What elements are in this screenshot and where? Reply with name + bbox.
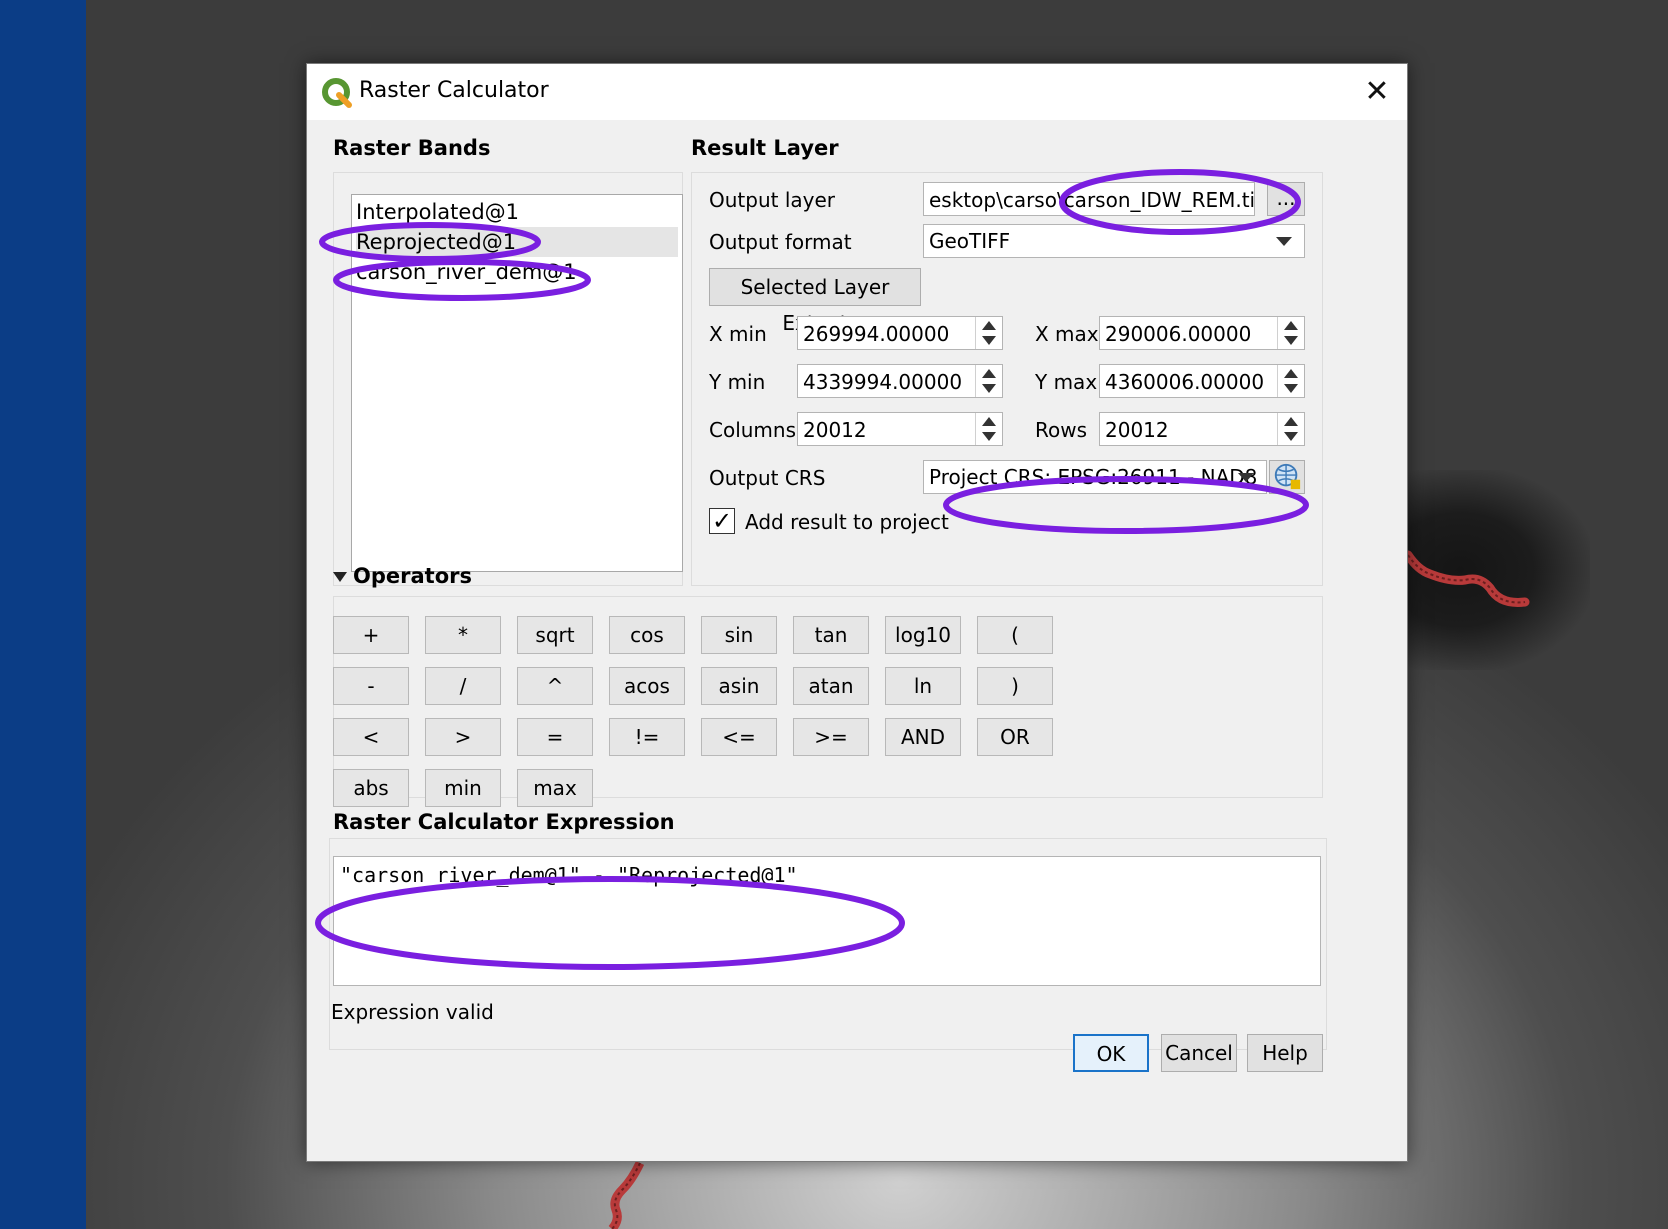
browse-button[interactable]: ... (1267, 182, 1305, 216)
qgis-icon (322, 78, 352, 108)
ymax-value: 4360006.00000 (1105, 370, 1265, 394)
columns-spinbox[interactable]: 20012 (797, 412, 1003, 446)
output-layer-label: Output layer (709, 188, 836, 212)
rows-value: 20012 (1105, 418, 1169, 442)
expression-status: Expression valid (331, 1000, 494, 1024)
list-item[interactable]: Reprojected@1 (356, 227, 678, 257)
operator-button[interactable]: AND (885, 718, 961, 756)
raster-bands-heading: Raster Bands (333, 136, 491, 160)
operators-heading[interactable]: Operators (353, 564, 472, 588)
operator-button[interactable]: ( (977, 616, 1053, 654)
window-title: Raster Calculator (359, 78, 549, 103)
xmax-label: X max (1035, 322, 1099, 346)
output-crs-select[interactable]: Project CRS: EPSG:26911 - NAD8 (923, 460, 1267, 494)
operator-button[interactable]: * (425, 616, 501, 654)
help-button[interactable]: Help (1247, 1034, 1323, 1072)
spin-arrows-icon[interactable] (1277, 365, 1304, 397)
ymin-value: 4339994.00000 (803, 370, 963, 394)
xmax-spinbox[interactable]: 290006.00000 (1099, 316, 1305, 350)
output-crs-value: Project CRS: EPSG:26911 - NAD8 (929, 465, 1258, 489)
operator-button[interactable]: ln (885, 667, 961, 705)
output-crs-label: Output CRS (709, 466, 826, 490)
spin-arrows-icon[interactable] (975, 317, 1002, 349)
rows-label: Rows (1035, 418, 1088, 442)
add-result-label: Add result to project (745, 510, 949, 534)
expression-editor[interactable]: "carson_river_dem@1" - "Reprojected@1" (333, 856, 1321, 986)
columns-label: Columns (709, 418, 797, 442)
output-layer-field[interactable]: esktop\carso\carson_IDW_REM.tif (923, 182, 1255, 216)
operator-button[interactable]: acos (609, 667, 685, 705)
operator-button[interactable]: abs (333, 769, 409, 807)
ok-button[interactable]: OK (1073, 1034, 1149, 1072)
operator-button[interactable]: >= (793, 718, 869, 756)
add-result-checkbox[interactable]: ✓ (709, 508, 735, 534)
spin-arrows-icon[interactable] (975, 413, 1002, 445)
ymin-spinbox[interactable]: 4339994.00000 (797, 364, 1003, 398)
list-item[interactable]: carson_river_dem@1 (356, 257, 678, 287)
cancel-button[interactable]: Cancel (1161, 1034, 1237, 1072)
chevron-down-icon (1238, 473, 1254, 482)
operator-button[interactable]: = (517, 718, 593, 756)
globe-icon (1274, 463, 1301, 490)
ymax-label: Y max (1035, 370, 1098, 394)
operator-button[interactable]: OR (977, 718, 1053, 756)
operator-button[interactable]: atan (793, 667, 869, 705)
operator-button[interactable]: ) (977, 667, 1053, 705)
result-layer-heading: Result Layer (691, 136, 839, 160)
expression-text: "carson_river_dem@1" - "Reprojected@1" (340, 863, 798, 887)
xmax-value: 290006.00000 (1105, 322, 1252, 346)
collapse-arrow-icon[interactable] (333, 572, 347, 582)
operator-button[interactable]: log10 (885, 616, 961, 654)
chevron-down-icon (1276, 237, 1292, 246)
operator-button[interactable]: min (425, 769, 501, 807)
raster-bands-list[interactable]: Interpolated@1 Reprojected@1 carson_rive… (351, 194, 683, 572)
operator-button[interactable]: asin (701, 667, 777, 705)
columns-value: 20012 (803, 418, 867, 442)
ymax-spinbox[interactable]: 4360006.00000 (1099, 364, 1305, 398)
operator-button[interactable]: - (333, 667, 409, 705)
xmin-spinbox[interactable]: 269994.00000 (797, 316, 1003, 350)
operator-button[interactable]: < (333, 718, 409, 756)
output-format-label: Output format (709, 230, 852, 254)
operator-button[interactable]: > (425, 718, 501, 756)
operator-button[interactable]: cos (609, 616, 685, 654)
xmin-value: 269994.00000 (803, 322, 950, 346)
operator-button[interactable]: max (517, 769, 593, 807)
operator-button[interactable]: sqrt (517, 616, 593, 654)
spin-arrows-icon[interactable] (1277, 413, 1304, 445)
operator-button[interactable]: / (425, 667, 501, 705)
ymin-label: Y min (709, 370, 766, 394)
rows-spinbox[interactable]: 20012 (1099, 412, 1305, 446)
xmin-label: X min (709, 322, 767, 346)
operator-button[interactable]: + (333, 616, 409, 654)
operator-button[interactable]: <= (701, 718, 777, 756)
crs-selector-button[interactable] (1269, 460, 1305, 494)
output-format-value: GeoTIFF (929, 229, 1011, 253)
operator-button[interactable]: ^ (517, 667, 593, 705)
operator-button[interactable]: tan (793, 616, 869, 654)
expression-heading: Raster Calculator Expression (333, 810, 675, 834)
spin-arrows-icon[interactable] (975, 365, 1002, 397)
list-item[interactable]: Interpolated@1 (356, 197, 678, 227)
title-bar: Raster Calculator ✕ (307, 64, 1407, 120)
operator-button[interactable]: sin (701, 616, 777, 654)
raster-calculator-dialog: Raster Calculator ✕ Raster Bands Interpo… (306, 63, 1408, 1162)
output-format-select[interactable]: GeoTIFF (923, 224, 1305, 258)
operator-button[interactable]: != (609, 718, 685, 756)
selected-layer-extent-button[interactable]: Selected Layer Extent (709, 268, 921, 335)
spin-arrows-icon[interactable] (1277, 317, 1304, 349)
close-button[interactable]: ✕ (1355, 72, 1399, 112)
